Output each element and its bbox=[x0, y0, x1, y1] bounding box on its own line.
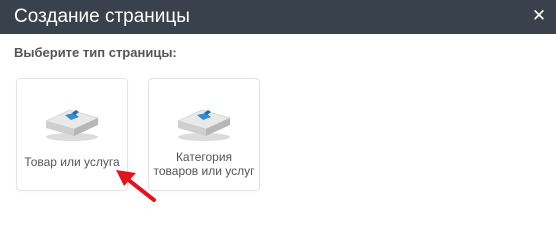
box-icon bbox=[45, 109, 99, 141]
card-label-line-1: Категория bbox=[175, 150, 233, 164]
dialog-titlebar: Создание страницы ✕ bbox=[0, 0, 556, 34]
red-arrow-icon bbox=[116, 170, 156, 202]
page-type-category[interactable]: Категория товаров или услуг bbox=[148, 78, 260, 191]
box-icon bbox=[177, 109, 231, 141]
dialog-title: Создание страницы bbox=[14, 6, 190, 27]
close-icon[interactable]: ✕ bbox=[531, 6, 547, 26]
card-label: Категория товаров или услуг bbox=[151, 150, 257, 178]
card-label: Товар или услуга bbox=[24, 155, 120, 169]
card-label-line-2: товаров или услуг bbox=[153, 164, 255, 178]
create-page-dialog: Создание страницы ✕ Выберите тип страниц… bbox=[0, 0, 556, 219]
page-type-prompt: Выберите тип страницы: bbox=[14, 45, 177, 60]
